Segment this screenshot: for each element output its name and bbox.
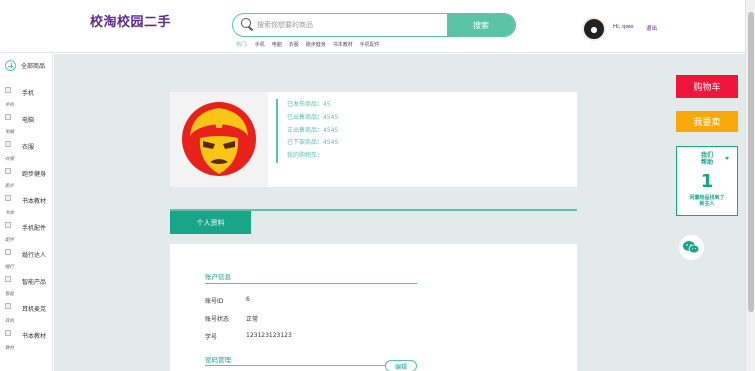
scrollbar-thumb[interactable] [748, 12, 754, 312]
account-info-card: 账户信息 账号ID 6 账号状态 正常 学号 123123123123 密码管理… [170, 244, 577, 371]
section-divider [205, 365, 385, 366]
cart-button[interactable]: 购物车 [676, 75, 738, 98]
main-content: 已发布商品：45 已出售商品：4545 正出售商品：4545 已下架商品：454… [54, 54, 745, 371]
site-logo[interactable]: 校淘校园二手 [90, 11, 171, 30]
sell-button[interactable]: 我要卖 [676, 111, 738, 132]
sidebar-item-label: 衣服 [22, 144, 35, 151]
sidebar-item-fitness[interactable]: 跑步健身 跑步 [5, 168, 53, 195]
help-count: 1 [700, 171, 714, 192]
sidebar-item-label: 智能产品 [22, 279, 47, 286]
sidebar-item-alt: 手机 [5, 103, 14, 108]
broken-image-icon [5, 249, 11, 255]
help-widget[interactable]: 我们 帮助 1 闲置物品找到了 新主人 [676, 146, 738, 216]
sidebar-item-alt: 智能 [5, 292, 14, 297]
sidebar-item-label: 书本教材 [22, 333, 47, 340]
hot-link[interactable]: 衣服 [289, 41, 299, 48]
search-input[interactable] [257, 17, 437, 33]
stat-sold[interactable]: 已出售商品：4545 [287, 112, 338, 125]
sidebar-item-phone[interactable]: 手机 手机 [5, 87, 53, 114]
hot-link[interactable]: 书本教材 [333, 41, 353, 48]
sidebar-item-books[interactable]: 书本教材 书本 [5, 195, 53, 222]
tab-personal-info[interactable]: 个人资料 [170, 211, 251, 234]
user-avatar[interactable] [582, 17, 606, 41]
sidebar-item-alt: 婚行 [5, 265, 14, 270]
search-icon [241, 18, 253, 30]
sidebar-item-label: 婚行达人 [22, 252, 47, 259]
wechat-logo-icon [683, 241, 700, 254]
hot-links: 热门: 手机 电脑 衣服 跑步健身 书本教材 手机配件 [236, 41, 380, 48]
profile-avatar[interactable] [170, 92, 268, 187]
account-id-label: 账号ID [205, 298, 224, 305]
search-bar: 搜索 [232, 13, 516, 37]
sidebar-item-alt: 配件 [5, 238, 14, 243]
account-status-value: 正常 [246, 316, 259, 323]
profile-card: 已发布商品：45 已出售商品：4545 正出售商品：4545 已下架商品：454… [170, 92, 577, 187]
broken-image-icon [5, 303, 11, 309]
sidebar-item-alt: 衣服 [5, 157, 14, 162]
section-divider [205, 283, 417, 284]
hot-link[interactable]: 电脑 [272, 41, 282, 48]
sidebar-item-phone-accessories[interactable]: 手机配件 配件 [5, 222, 53, 249]
broken-image-icon [5, 168, 11, 174]
account-status-label: 账号状态 [205, 316, 230, 323]
sidebar-item-alt: 跑步 [5, 184, 14, 189]
plus-circle-icon [5, 60, 16, 71]
chevron-down-icon [725, 157, 729, 160]
all-goods-link[interactable]: 全部商品 [5, 60, 45, 71]
password-section-title: 密码管理 [205, 356, 231, 364]
logout-link[interactable]: 退出 [646, 24, 657, 32]
student-id-label: 学号 [205, 334, 218, 341]
sidebar-item-alt: 书本 [5, 211, 14, 216]
broken-image-icon [5, 330, 11, 336]
user-stats: 已发布商品：45 已出售商品：4545 正出售商品：4545 已下架商品：454… [276, 99, 338, 163]
sidebar-item-travel[interactable]: 婚行达人 婚行 [5, 249, 53, 276]
sidebar-item-label: 耳机麦克 [22, 306, 47, 313]
hot-link[interactable]: 跑步健身 [306, 41, 326, 48]
sidebar-item-clothes[interactable]: 衣服 衣服 [5, 141, 53, 168]
sidebar-item-alt: 耳机 [5, 319, 14, 324]
account-id-value: 6 [246, 296, 250, 303]
profile-tabs: 个人资料 [170, 209, 577, 234]
search-button[interactable]: 搜索 [447, 14, 515, 36]
sidebar-item-label: 跑步健身 [22, 171, 47, 178]
page-scrollbar[interactable] [745, 0, 755, 371]
broken-image-icon [5, 276, 11, 282]
sidebar-item-computer[interactable]: 电脑 电脑 [5, 114, 53, 141]
user-greeting[interactable]: Hi, qwe [613, 24, 634, 30]
account-status-row: 账号状态 正常 [205, 314, 258, 323]
category-sidebar: 全部商品 手机 手机 电脑 电脑 衣服 衣服 跑步健身 跑步 书本教材 书本 手… [0, 53, 53, 371]
sidebar-item-alt: 电脑 [5, 130, 14, 135]
sidebar-item-alt: 教材 [5, 346, 14, 351]
account-id-row: 账号ID 6 [205, 296, 250, 305]
edit-password-button[interactable]: 编辑 [385, 360, 417, 371]
sidebar-item-label: 书本教材 [22, 198, 47, 205]
account-section-title: 账户信息 [205, 273, 231, 281]
stat-selling[interactable]: 正出售商品：4545 [287, 125, 338, 138]
sidebar-item-label: 手机 [22, 90, 35, 97]
stat-offshelf[interactable]: 已下架商品：4545 [287, 137, 338, 150]
stat-published[interactable]: 已发布商品：45 [287, 99, 338, 112]
sidebar-item-textbooks[interactable]: 书本教材 教材 [5, 330, 53, 357]
ironman-avatar-icon [182, 102, 256, 176]
wechat-icon[interactable] [679, 235, 704, 260]
broken-image-icon [5, 114, 11, 120]
broken-image-icon [5, 87, 11, 93]
sidebar-item-label: 手机配件 [22, 225, 47, 232]
hot-links-label: 热门: [236, 42, 248, 48]
sidebar-item-smart-products[interactable]: 智能产品 智能 [5, 276, 53, 303]
stat-cart[interactable]: 我的购物车： [287, 150, 338, 163]
student-id-value: 123123123123 [246, 332, 292, 339]
broken-image-icon [5, 141, 11, 147]
sidebar-item-label: 电脑 [22, 117, 35, 124]
hot-link[interactable]: 手机配件 [360, 41, 380, 48]
sidebar-item-headphones[interactable]: 耳机麦克 耳机 [5, 303, 53, 330]
site-header: 校淘校园二手 搜索 热门: 手机 电脑 衣服 跑步健身 书本教材 手机配件 Hi… [0, 0, 745, 53]
student-id-row: 学号 123123123123 [205, 332, 292, 341]
all-goods-label: 全部商品 [21, 63, 46, 70]
hot-link[interactable]: 手机 [255, 41, 265, 48]
broken-image-icon [5, 222, 11, 228]
broken-image-icon [5, 195, 11, 201]
help-text: 闲置物品找到了 新主人 [689, 195, 725, 207]
